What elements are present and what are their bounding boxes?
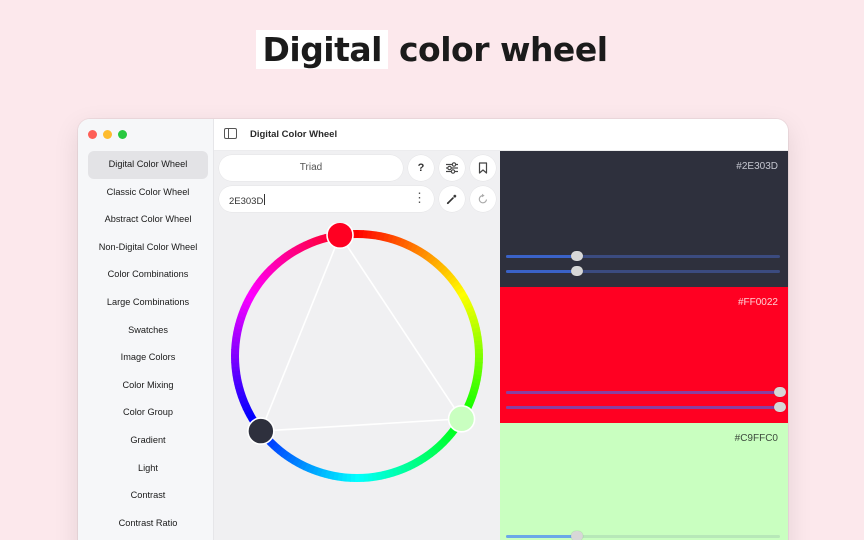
- sidebar-toggle-icon[interactable]: [224, 128, 237, 139]
- page-headline: Digital color wheel: [0, 30, 864, 69]
- handle-dark[interactable]: [247, 417, 275, 445]
- sidebar-item[interactable]: Swatches: [88, 317, 208, 345]
- swatch-slider[interactable]: [506, 531, 780, 540]
- sidebar-item[interactable]: Non-Digital Color Wheel: [88, 234, 208, 262]
- sidebar-item[interactable]: Light: [88, 455, 208, 483]
- bookmark-icon: [478, 162, 488, 174]
- app-window: Digital Color Wheel Classic Color Wheel Ab…: [78, 119, 788, 540]
- slider-fill: [506, 270, 578, 273]
- swatch-slider[interactable]: [506, 266, 780, 276]
- toolbar: Digital Color Wheel: [214, 119, 788, 151]
- reset-icon: [478, 193, 488, 204]
- eyedropper-button[interactable]: [439, 186, 465, 212]
- slider-fill: [506, 406, 780, 409]
- sidebar-item[interactable]: Color Group: [88, 399, 208, 427]
- handle-light-green[interactable]: [447, 405, 476, 433]
- slider-fill: [506, 255, 578, 258]
- adjustments-button[interactable]: [439, 155, 465, 181]
- color-swatch[interactable]: #2E303D: [500, 151, 788, 287]
- sidebar-item[interactable]: Image Colors: [88, 344, 208, 372]
- bookmark-button[interactable]: [470, 155, 496, 181]
- hex-input[interactable]: 2E303D ⋮: [219, 186, 434, 212]
- zoom-window-button[interactable]: [118, 130, 127, 139]
- sidebar-item[interactable]: Large Combinations: [88, 289, 208, 317]
- more-options-icon[interactable]: ⋮: [413, 190, 426, 206]
- swatch-panel: #2E303D #FF0022 #C9FFC0: [500, 151, 788, 540]
- reset-button[interactable]: [470, 186, 496, 212]
- sidebar-nav: Digital Color Wheel Classic Color Wheel Ab…: [88, 151, 208, 537]
- hex-input-value: 2E303D: [229, 194, 266, 207]
- slider-knob[interactable]: [774, 387, 786, 397]
- color-swatch[interactable]: #FF0022: [500, 287, 788, 423]
- scheme-selector-button[interactable]: Triad: [219, 155, 403, 181]
- swatch-hex-label: #C9FFC0: [734, 433, 778, 444]
- sidebar-item[interactable]: Contrast: [88, 482, 208, 510]
- window-title: Digital Color Wheel: [250, 129, 338, 140]
- question-mark-icon: ?: [417, 162, 425, 174]
- slider-knob[interactable]: [571, 266, 584, 276]
- controls-panel: Triad ? 2E303D ⋮: [214, 151, 500, 540]
- color-wheel[interactable]: [224, 223, 490, 489]
- swatch-slider[interactable]: [506, 387, 786, 397]
- slider-knob[interactable]: [774, 402, 786, 412]
- help-button[interactable]: ?: [408, 155, 434, 181]
- text-caret: [264, 194, 266, 205]
- eyedropper-icon: [446, 194, 457, 205]
- sidebar-item[interactable]: Gradient: [88, 427, 208, 455]
- handle-red[interactable]: [326, 223, 354, 249]
- sidebar-item[interactable]: Contrast Ratio: [88, 510, 208, 538]
- minimize-window-button[interactable]: [103, 130, 112, 139]
- sidebar: Digital Color Wheel Classic Color Wheel Ab…: [78, 119, 214, 540]
- close-window-button[interactable]: [88, 130, 97, 139]
- slider-knob[interactable]: [571, 531, 584, 540]
- sidebar-item[interactable]: Color Mixing: [88, 372, 208, 400]
- sidebar-item[interactable]: Color Combinations: [88, 261, 208, 289]
- sliders-icon: [446, 162, 458, 174]
- swatch-hex-label: #2E303D: [736, 161, 778, 172]
- slider-fill: [506, 391, 780, 394]
- slider-knob[interactable]: [571, 251, 584, 261]
- headline-highlight: Digital: [256, 30, 388, 69]
- sidebar-item[interactable]: Digital Color Wheel: [88, 151, 208, 179]
- slider-fill: [506, 535, 578, 538]
- swatch-slider[interactable]: [506, 251, 780, 261]
- sidebar-item[interactable]: Classic Color Wheel: [88, 179, 208, 207]
- wheel-center: [239, 238, 475, 474]
- color-swatch[interactable]: #C9FFC0: [500, 423, 788, 540]
- headline-rest: color wheel: [387, 30, 608, 69]
- window-controls: [88, 130, 127, 139]
- sidebar-item[interactable]: Abstract Color Wheel: [88, 206, 208, 234]
- swatch-hex-label: #FF0022: [737, 297, 778, 308]
- swatch-slider[interactable]: [506, 402, 786, 412]
